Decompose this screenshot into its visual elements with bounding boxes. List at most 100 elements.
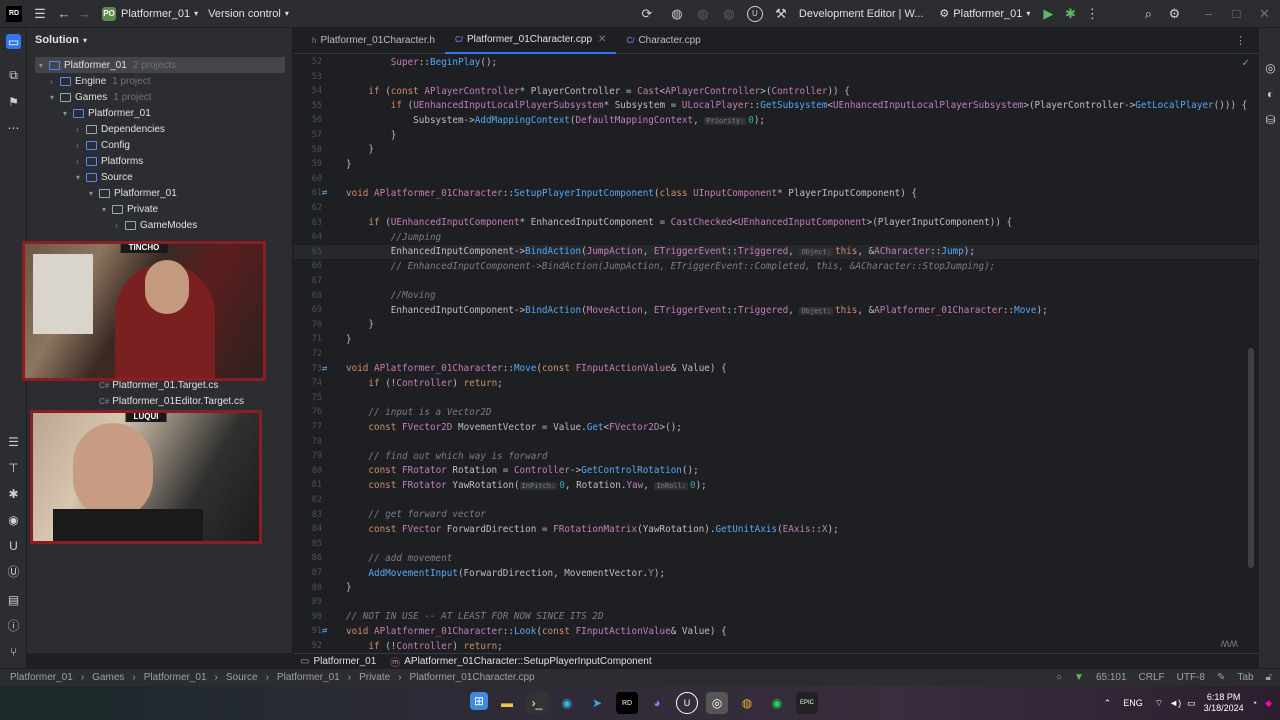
- code-line[interactable]: 82: [294, 493, 1258, 507]
- terminal-app-icon[interactable]: ›_: [526, 692, 548, 714]
- code-line[interactable]: 92 if (!Controller) return;: [294, 639, 1258, 653]
- lock-icon[interactable]: 🔓︎: [1266, 672, 1272, 683]
- code-line[interactable]: 91 ⇄ void APlatformer_01Character::Look(c…: [294, 624, 1258, 638]
- code-line[interactable]: 86 // add movement: [294, 551, 1258, 565]
- close-tab-icon[interactable]: ✕: [598, 34, 606, 45]
- code-line[interactable]: 79 // find out which way is forward: [294, 449, 1258, 463]
- clock[interactable]: 6:18 PM 3/18/2024: [1204, 692, 1244, 714]
- gutter-implementation-icon[interactable]: ⇄: [322, 364, 346, 374]
- inspection-icon[interactable]: ▼: [1074, 672, 1084, 683]
- edit-icon[interactable]: ✎: [1217, 672, 1225, 683]
- epic-games-icon[interactable]: EPIC: [796, 692, 818, 714]
- unreal-u-icon[interactable]: U: [746, 5, 763, 22]
- more-tools-icon[interactable]: ⋯: [6, 120, 21, 135]
- tree-item[interactable]: ▾ Games 1 project: [50, 89, 152, 105]
- caret-position[interactable]: 65:101: [1096, 672, 1127, 683]
- project-selector[interactable]: PO Platformer_01 ▾: [102, 6, 198, 21]
- code-line[interactable]: 85: [294, 537, 1258, 551]
- run-icon[interactable]: ▶: [1040, 6, 1056, 22]
- main-menu-icon[interactable]: ☰: [32, 6, 48, 22]
- maximize-icon[interactable]: □: [1228, 6, 1244, 22]
- path-crumb[interactable]: Platformer_01: [144, 672, 207, 683]
- expand-arrow-icon[interactable]: ›: [76, 125, 86, 134]
- tree-item[interactable]: › Platforms: [76, 153, 143, 169]
- tree-item[interactable]: C# Platformer_01Editor.Target.cs: [89, 393, 244, 409]
- expand-arrow-icon[interactable]: ›: [115, 221, 125, 230]
- breadcrumb-symbol[interactable]: APlatformer_01Character::SetupPlayerInpu…: [404, 656, 651, 667]
- ai-assistant-icon[interactable]: ◎: [1263, 60, 1278, 75]
- more-options-icon[interactable]: ⋮: [1084, 6, 1100, 22]
- path-crumb[interactable]: Private: [359, 672, 390, 683]
- forward-icon[interactable]: →: [76, 6, 92, 22]
- code-line[interactable]: 80 const FRotator Rotation = Controller-…: [294, 464, 1258, 478]
- code-line[interactable]: 55 if (UEnhancedInputLocalPlayerSubsyste…: [294, 99, 1258, 113]
- code-line[interactable]: 63 if (UEnhancedInputComponent* Enhanced…: [294, 216, 1258, 230]
- bookmark-icon[interactable]: ⚑: [6, 94, 21, 109]
- code-line[interactable]: 90 // NOT IN USE -- AT LEAST FOR NOW SINC…: [294, 610, 1258, 624]
- code-line[interactable]: 65 EnhancedInputComponent->BindAction(Ju…: [294, 244, 1258, 259]
- path-crumb[interactable]: Platformer_01: [277, 672, 340, 683]
- path-crumb[interactable]: Games: [92, 672, 124, 683]
- code-line[interactable]: 83 // get forward vector: [294, 508, 1258, 522]
- tree-item[interactable]: › GameModes: [115, 217, 197, 233]
- unreal-icon[interactable]: Ⓤ: [6, 564, 21, 579]
- telegram-icon[interactable]: ➤: [586, 692, 608, 714]
- path-crumb[interactable]: Platformer_01: [10, 672, 73, 683]
- rider-app-icon[interactable]: RD: [616, 692, 638, 714]
- code-line[interactable]: 66 // EnhancedInputComponent->BindAction…: [294, 259, 1258, 273]
- code-line[interactable]: 52 Super::BeginPlay();: [294, 55, 1258, 69]
- code-line[interactable]: 84 const FVector ForwardDirection = FRot…: [294, 522, 1258, 536]
- refresh-icon[interactable]: ⟳: [639, 6, 655, 22]
- code-line[interactable]: 81 const FRotator YawRotation(InPitch: 0,…: [294, 478, 1258, 492]
- code-line[interactable]: 77 const FVector2D MovementVector = Valu…: [294, 420, 1258, 434]
- vertical-scrollbar[interactable]: [1248, 348, 1254, 568]
- run-target-selector[interactable]: ⚙ Platformer_01 ▾: [939, 7, 1030, 21]
- build-configuration-selector[interactable]: Development Editor | W...: [799, 8, 924, 20]
- tree-item[interactable]: ▾ Source: [76, 169, 133, 185]
- gamepad-icon[interactable]: ◍: [669, 6, 685, 22]
- code-area[interactable]: 52 Super::BeginPlay(); 53 54 if (const APl…: [294, 55, 1258, 653]
- code-line[interactable]: 58 }: [294, 143, 1258, 157]
- spotify-icon[interactable]: ◉: [766, 692, 788, 714]
- notifications-icon[interactable]: ◐: [1263, 86, 1278, 101]
- code-line[interactable]: 67: [294, 274, 1258, 288]
- windows-start-icon[interactable]: ⊞: [470, 692, 488, 710]
- code-line[interactable]: 72: [294, 347, 1258, 361]
- expand-arrow-icon[interactable]: ▾: [39, 61, 49, 70]
- code-line[interactable]: 56 Subsystem->AddMappingContext(DefaultM…: [294, 113, 1258, 127]
- tree-item[interactable]: ▾ Platformer_01: [89, 185, 177, 201]
- build-hammer-icon[interactable]: ⚒: [773, 6, 789, 22]
- debug-bug-icon[interactable]: ✱: [6, 486, 21, 501]
- volume-icon[interactable]: ◄): [1169, 698, 1181, 708]
- line-ending[interactable]: CRLF: [1139, 672, 1165, 683]
- code-line[interactable]: 76 // input is a Vector2D: [294, 405, 1258, 419]
- tab-options-icon[interactable]: ⋮: [1235, 34, 1246, 47]
- build-icon[interactable]: ⊤: [6, 460, 21, 475]
- code-line[interactable]: 54 if (const APlayerController* PlayerCo…: [294, 84, 1258, 98]
- code-line[interactable]: 71}: [294, 332, 1258, 346]
- tab-header-file[interactable]: h Platformer_01Character.h: [302, 28, 445, 54]
- ai-assistant-icon[interactable]: ʍʍ: [1221, 636, 1238, 650]
- tree-item[interactable]: ▾ Platformer_01: [63, 105, 151, 121]
- battery-icon[interactable]: ▭: [1187, 698, 1196, 709]
- expand-arrow-icon[interactable]: ▾: [76, 173, 86, 182]
- breadcrumb-file[interactable]: Platformer_01: [313, 656, 376, 667]
- indent-setting[interactable]: Tab: [1237, 672, 1253, 683]
- language-indicator[interactable]: ENG: [1123, 698, 1143, 708]
- code-line[interactable]: 62: [294, 201, 1258, 215]
- wifi-icon[interactable]: ⌔: [1155, 698, 1163, 709]
- back-icon[interactable]: ←: [56, 6, 72, 22]
- solution-panel-header[interactable]: Solution ▾: [27, 28, 292, 52]
- code-line[interactable]: 59}: [294, 157, 1258, 171]
- magnet-icon[interactable]: U: [6, 538, 21, 553]
- expand-arrow-icon[interactable]: ▾: [63, 109, 73, 118]
- expand-arrow-icon[interactable]: ›: [50, 77, 60, 86]
- github-icon[interactable]: ◎: [706, 692, 728, 714]
- code-line[interactable]: 70 }: [294, 318, 1258, 332]
- tab-cpp-file-active[interactable]: C/ Platformer_01Character.cpp ✕: [444, 28, 617, 54]
- minimize-icon[interactable]: –: [1200, 6, 1216, 22]
- notification-bell-icon[interactable]: ◔: [1252, 698, 1257, 708]
- code-line[interactable]: 74 if (!Controller) return;: [294, 376, 1258, 390]
- copilot-icon[interactable]: ◆: [1265, 698, 1272, 709]
- database-icon[interactable]: ⛁: [1263, 112, 1278, 127]
